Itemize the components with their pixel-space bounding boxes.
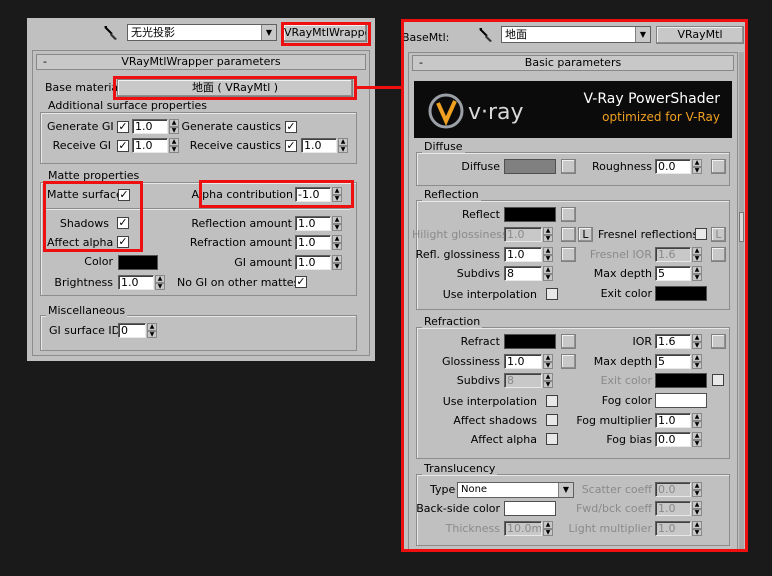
gi-surface-id-field[interactable]: 0 — [118, 323, 146, 338]
generate-gi-checkbox[interactable]: ✓ — [117, 121, 129, 133]
no-gi-other-mattes-checkbox[interactable]: ✓ — [295, 276, 307, 288]
reflection-amount-field[interactable]: 1.0 — [295, 216, 331, 231]
rollout-title: VRayMtlWrapper parameters — [121, 55, 281, 68]
matte-color-label: Color — [84, 255, 113, 268]
material-name-dropdown[interactable]: 无光投影 ▼ — [127, 24, 277, 41]
reflection-amount-label: Reflection amount — [191, 217, 292, 230]
receive-caustics-checkbox[interactable]: ✓ — [285, 140, 297, 152]
generate-gi-spinner[interactable]: 1.0 ▲ ▼ — [132, 119, 179, 134]
highlight-connector — [357, 86, 404, 89]
generate-caustics-checkbox[interactable]: ✓ — [285, 121, 297, 133]
gi-amount-spinner[interactable]: 1.0 ▲ ▼ — [295, 255, 342, 270]
gi-surface-id-spinner[interactable]: 0 ▲ ▼ — [118, 323, 157, 338]
eyedropper-icon[interactable] — [102, 24, 120, 42]
gi-amount-field[interactable]: 1.0 — [295, 255, 331, 270]
highlight-right-panel — [401, 19, 748, 552]
receive-gi-field[interactable]: 1.0 — [132, 138, 168, 153]
brightness-label: Brightness — [54, 276, 113, 289]
brightness-field[interactable]: 1.0 — [118, 275, 154, 290]
generate-caustics-label: Generate caustics — [181, 120, 281, 133]
wrapper-rollout-header[interactable]: - VRayMtlWrapper parameters — [36, 54, 366, 70]
receive-gi-spinner[interactable]: 1.0 ▲ ▼ — [132, 138, 179, 153]
refraction-amount-field[interactable]: 1.0 — [295, 235, 331, 250]
highlight-alpha-contribution — [199, 180, 354, 208]
material-name: 无光投影 — [131, 26, 175, 39]
generate-gi-label: Generate GI — [47, 120, 114, 133]
gi-amount-label: GI amount — [234, 256, 292, 269]
receive-caustics-spinner[interactable]: 1.0 ▲ ▼ — [301, 138, 348, 153]
highlight-base-material — [113, 76, 357, 100]
receive-gi-checkbox[interactable]: ✓ — [117, 140, 129, 152]
receive-caustics-field[interactable]: 1.0 — [301, 138, 337, 153]
matte-color-swatch[interactable] — [118, 255, 158, 270]
refraction-amount-label: Refraction amount — [189, 236, 292, 249]
miscellaneous-title: Miscellaneous — [46, 304, 128, 317]
highlight-type-button — [281, 22, 371, 46]
refraction-amount-spinner[interactable]: 1.0 ▲ ▼ — [295, 235, 342, 250]
brightness-spinner[interactable]: 1.0 ▲ ▼ — [118, 275, 165, 290]
receive-gi-label: Receive GI — [52, 139, 111, 152]
reflection-amount-spinner[interactable]: 1.0 ▲ ▼ — [295, 216, 342, 231]
receive-caustics-label: Receive caustics — [189, 139, 281, 152]
highlight-matte-options — [43, 181, 143, 252]
no-gi-other-mattes-label: No GI on other mattes — [177, 276, 300, 289]
chevron-down-icon[interactable]: ▼ — [261, 25, 276, 40]
gi-surface-id-label: GI surface ID — [49, 324, 121, 337]
additional-surface-title: Additional surface properties — [46, 99, 210, 112]
generate-gi-field[interactable]: 1.0 — [132, 119, 168, 134]
